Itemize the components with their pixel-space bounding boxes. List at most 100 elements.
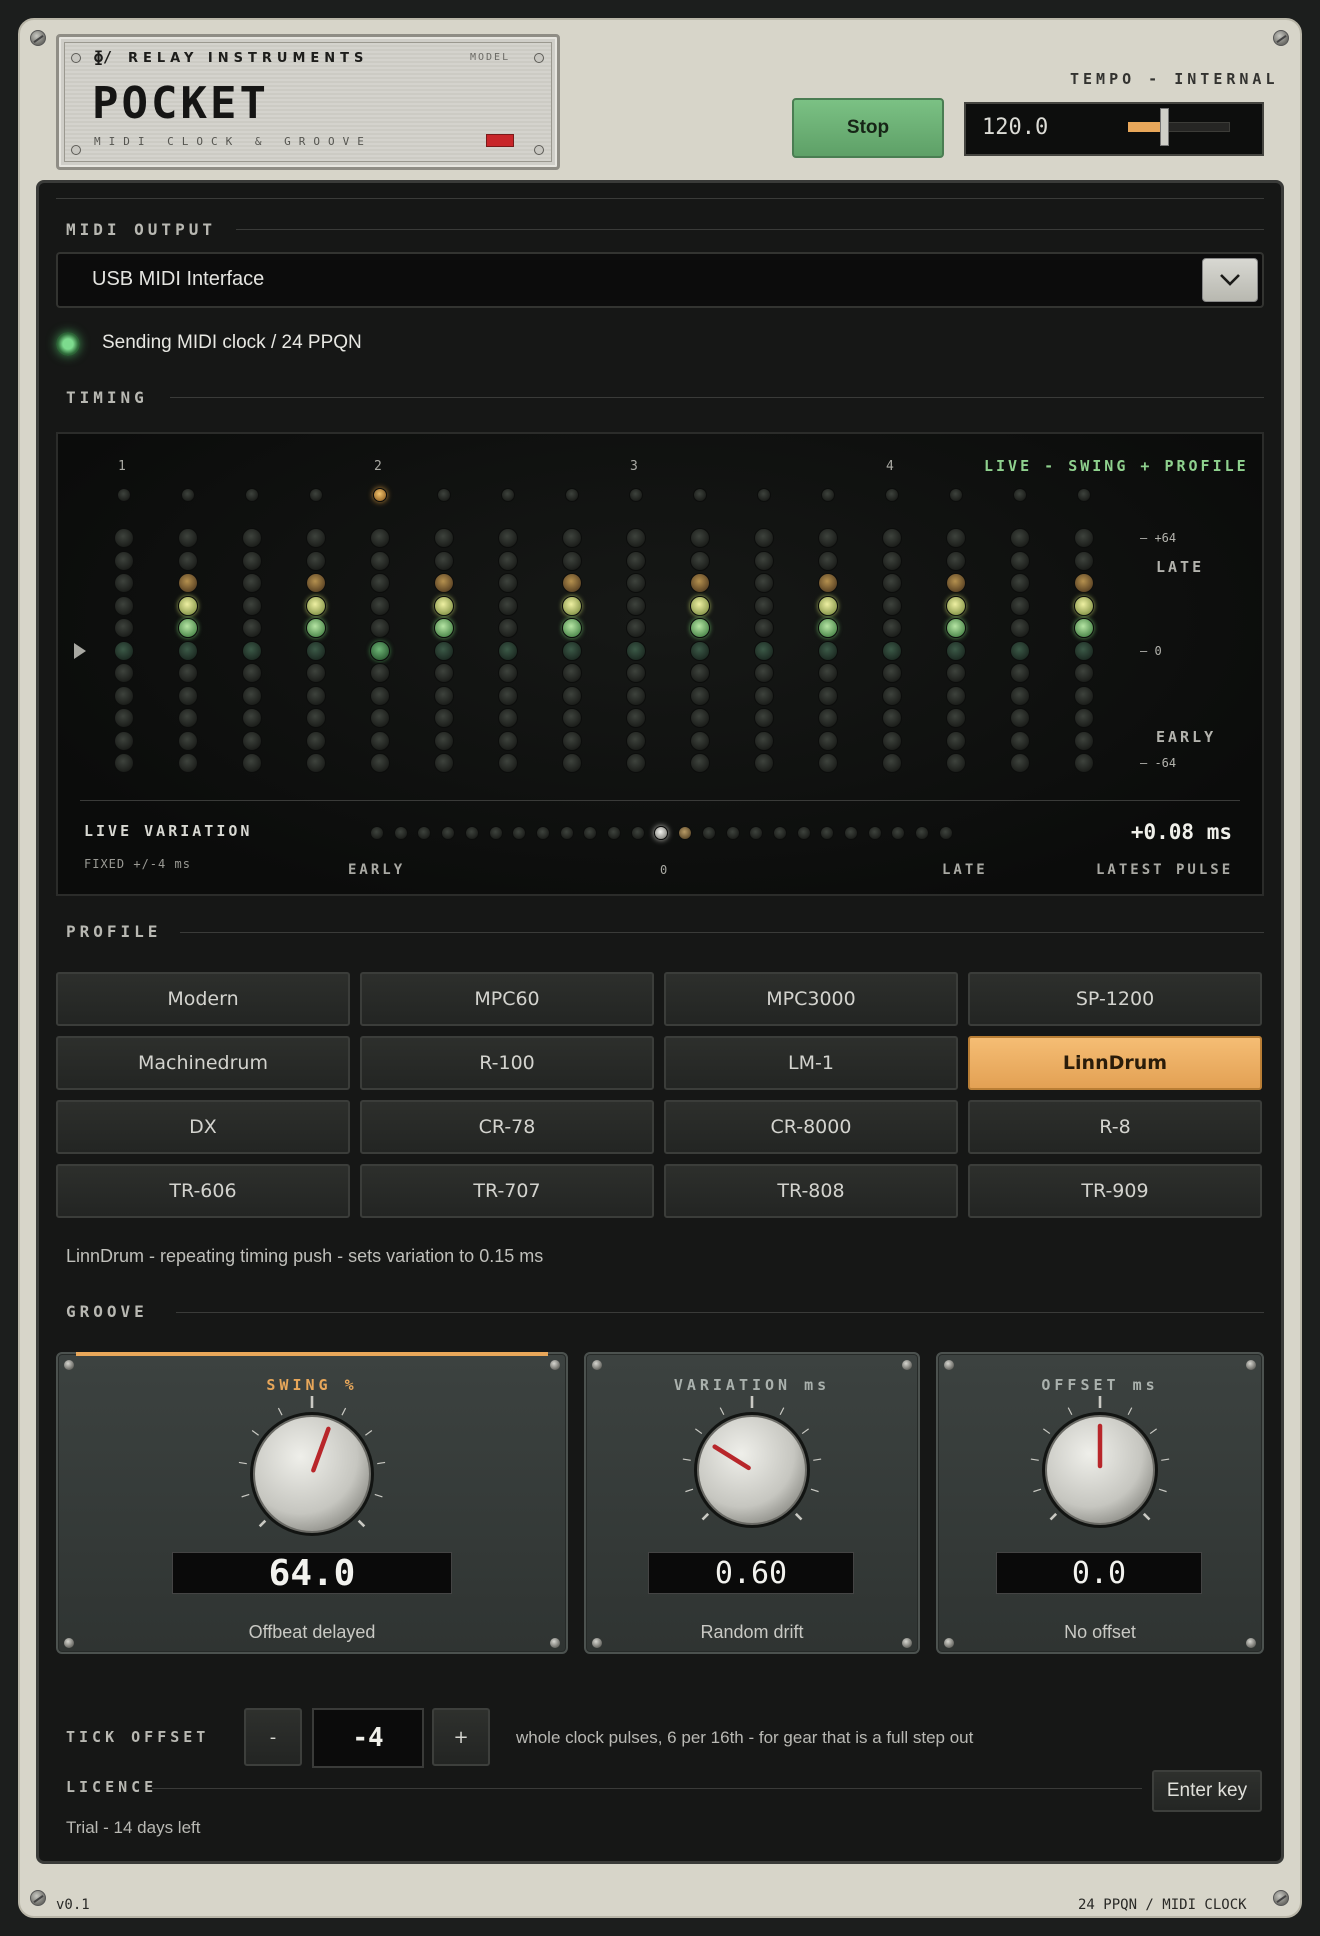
timing-led (882, 663, 902, 683)
stop-button[interactable]: Stop (792, 98, 944, 158)
timing-led (370, 753, 390, 773)
timing-led (242, 730, 262, 751)
timing-led (1074, 708, 1094, 728)
timing-led (690, 730, 710, 751)
timing-led (754, 573, 774, 593)
timing-led (754, 753, 774, 773)
swing-knob[interactable] (227, 1396, 397, 1546)
timing-led (1010, 528, 1030, 548)
timing-led (946, 573, 966, 593)
knob-tick (357, 1519, 366, 1528)
timing-led (882, 640, 902, 661)
timing-led (370, 730, 390, 751)
screw-icon (592, 1360, 602, 1370)
profile-button[interactable]: TR-808 (664, 1164, 958, 1218)
tempo-slider-thumb[interactable] (1160, 108, 1169, 146)
profile-button[interactable]: R-100 (360, 1036, 654, 1090)
timing-led (434, 753, 454, 773)
profile-button[interactable]: TR-606 (56, 1164, 350, 1218)
swing-readout[interactable]: 64.0 (172, 1552, 452, 1594)
licence-label: LICENCE (66, 1778, 158, 1796)
profile-button[interactable]: SP-1200 (968, 972, 1262, 1026)
tick-decrement-button[interactable]: - (244, 1708, 302, 1766)
timing-led (690, 663, 710, 683)
timing-led-matrix (60, 436, 1160, 796)
timing-led (1074, 640, 1094, 661)
timing-led (498, 618, 518, 638)
knob-tick (685, 1488, 694, 1493)
meter-zero-label: 0 (660, 863, 668, 877)
timing-led (754, 708, 774, 728)
timing-led (1010, 730, 1030, 751)
variation-meter-led (654, 826, 669, 840)
divider (80, 800, 1240, 801)
profile-button[interactable]: CR-78 (360, 1100, 654, 1154)
variation-knob[interactable] (675, 1396, 829, 1536)
chevron-down-icon[interactable] (1202, 258, 1258, 302)
midi-output-selected[interactable]: USB MIDI Interface (92, 268, 264, 291)
profile-button[interactable]: MPC60 (360, 972, 654, 1026)
knob-tick (1161, 1458, 1170, 1461)
timing-led (946, 685, 966, 706)
plate-screw-icon (534, 53, 544, 63)
timing-led (754, 595, 774, 616)
profile-button[interactable]: LinnDrum (968, 1036, 1262, 1090)
scale-mid-label: — 0 (1140, 644, 1162, 658)
timing-led (242, 753, 262, 773)
timing-led (306, 573, 326, 593)
variation-meter-led (488, 826, 503, 840)
timing-led (434, 685, 454, 706)
step-indicator-led (629, 488, 643, 502)
timing-led (1010, 640, 1030, 661)
timing-led (434, 595, 454, 616)
screw-icon (64, 1360, 74, 1370)
profile-button[interactable]: DX (56, 1100, 350, 1154)
live-variation-label: LIVE VARIATION (84, 822, 253, 840)
variation-meter-led (938, 826, 953, 840)
timing-led (690, 618, 710, 638)
timing-led (178, 730, 198, 751)
step-indicator-led (821, 488, 835, 502)
timing-led (306, 753, 326, 773)
timing-led (306, 708, 326, 728)
timing-led (626, 618, 646, 638)
variation-readout[interactable]: 0.60 (648, 1552, 854, 1594)
tick-increment-button[interactable]: + (432, 1708, 490, 1766)
variation-meter-led (393, 826, 408, 840)
timing-led (178, 595, 198, 616)
timing-led (242, 618, 262, 638)
profile-button[interactable]: Modern (56, 972, 350, 1026)
variation-meter-led (678, 826, 693, 840)
step-indicator-led (885, 488, 899, 502)
timing-led (370, 550, 390, 571)
timing-led (370, 708, 390, 728)
timing-led (242, 708, 262, 728)
offset-readout[interactable]: 0.0 (996, 1552, 1202, 1594)
profile-button[interactable]: R-8 (968, 1100, 1262, 1154)
timing-led (114, 595, 134, 616)
timing-led (434, 550, 454, 571)
screw-icon (30, 30, 46, 46)
timing-led (626, 753, 646, 773)
profile-button[interactable]: TR-909 (968, 1164, 1262, 1218)
profile-button[interactable]: MPC3000 (664, 972, 958, 1026)
enter-key-button[interactable]: Enter key (1152, 1770, 1262, 1812)
timing-led (818, 685, 838, 706)
profile-button[interactable]: TR-707 (360, 1164, 654, 1218)
timing-led (114, 573, 134, 593)
timing-led (690, 550, 710, 571)
tempo-value[interactable]: 120.0 (982, 115, 1048, 140)
profile-button[interactable]: CR-8000 (664, 1100, 958, 1154)
offset-title: OFFSET ms (1041, 1376, 1159, 1394)
plate-screw-icon (534, 145, 544, 155)
profile-button[interactable]: LM-1 (664, 1036, 958, 1090)
knob-tick (251, 1430, 259, 1436)
timing-led (882, 528, 902, 548)
step-indicator-led (437, 488, 451, 502)
profile-button[interactable]: Machinedrum (56, 1036, 350, 1090)
offset-knob[interactable] (1023, 1396, 1177, 1536)
timing-led (562, 663, 582, 683)
timing-led (1010, 595, 1030, 616)
step-indicator-led (1077, 488, 1091, 502)
tick-offset-value[interactable]: -4 (312, 1708, 424, 1768)
